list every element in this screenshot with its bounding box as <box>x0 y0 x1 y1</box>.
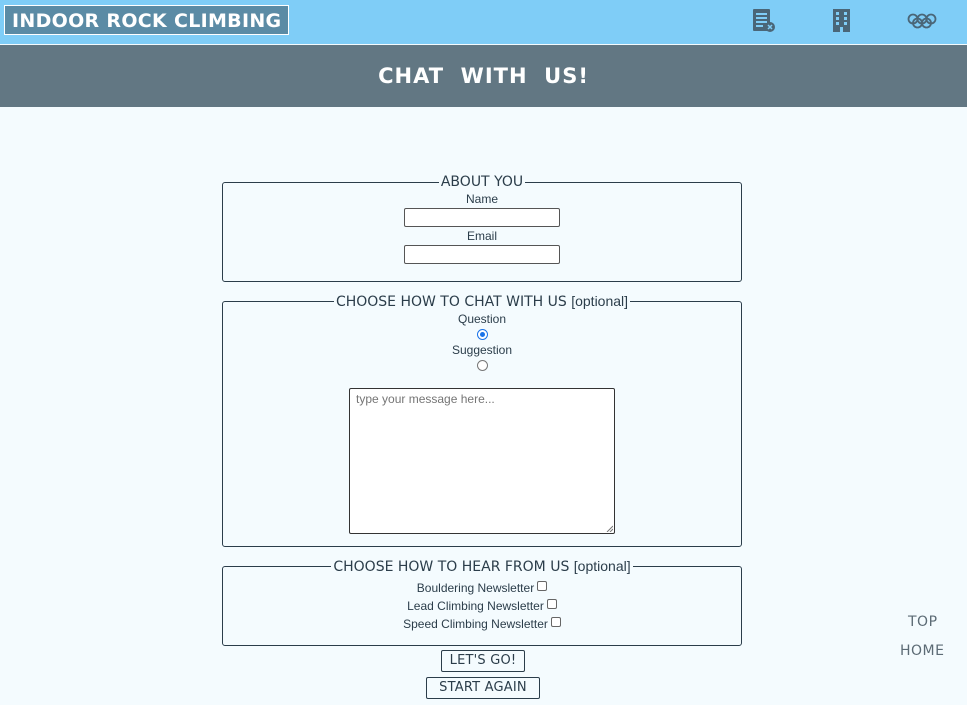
optional-note: [optional] <box>573 558 631 574</box>
message-textarea[interactable]: type your message here... <box>349 388 615 534</box>
resize-handle-icon[interactable] <box>606 525 613 532</box>
page-title-banner: CHAT WITH US! <box>0 45 967 107</box>
optional-note: [optional] <box>571 293 629 309</box>
email-label: Email <box>466 229 497 243</box>
page-title: CHAT WITH US! <box>378 64 589 88</box>
name-label: Name <box>465 192 498 206</box>
newsletter-option: Speed Climbing Newsletter <box>223 615 741 633</box>
submit-button[interactable]: LET'S GO! <box>441 650 525 672</box>
site-logo-link[interactable]: INDOOR ROCK CLIMBING <box>4 5 290 35</box>
newsletter-option: Bouldering Newsletter <box>223 579 741 597</box>
question-radio[interactable] <box>476 329 488 340</box>
lead-climbing-checkbox[interactable] <box>546 599 557 609</box>
question-label: Question <box>457 312 507 326</box>
home-link[interactable]: HOME <box>900 643 944 659</box>
speed-climbing-checkbox[interactable] <box>550 617 561 627</box>
about-you-fieldset: ABOUT YOU Name Email <box>222 174 742 282</box>
chat-method-legend: CHOOSE HOW TO CHAT WITH US [optional] <box>335 293 629 310</box>
newsletter-fieldset: CHOOSE HOW TO HEAR FROM US [optional] Bo… <box>222 558 742 646</box>
reset-button[interactable]: START AGAIN <box>426 677 540 699</box>
speed-climbing-label: Speed Climbing Newsletter <box>403 617 548 631</box>
bouldering-checkbox[interactable] <box>537 581 548 591</box>
bouldering-label: Bouldering Newsletter <box>416 581 535 595</box>
about-you-legend: ABOUT YOU <box>440 174 524 190</box>
top-navbar: INDOOR ROCK CLIMBING <box>0 0 967 44</box>
building-icon[interactable] <box>829 8 855 34</box>
suggestion-radio[interactable] <box>476 360 488 371</box>
email-input[interactable] <box>404 245 560 264</box>
olympic-rings-icon[interactable] <box>907 8 937 34</box>
message-placeholder: type your message here... <box>356 392 495 406</box>
back-to-top-link[interactable]: TOP <box>908 614 938 630</box>
newsletter-option: Lead Climbing Newsletter <box>223 597 741 615</box>
timetable-icon[interactable] <box>751 8 777 34</box>
newsletter-legend: CHOOSE HOW TO HEAR FROM US [optional] <box>333 558 631 575</box>
suggestion-label: Suggestion <box>451 343 513 357</box>
name-input[interactable] <box>404 208 560 227</box>
lead-climbing-label: Lead Climbing Newsletter <box>407 599 544 613</box>
chat-method-fieldset: CHOOSE HOW TO CHAT WITH US [optional] Qu… <box>222 293 742 547</box>
